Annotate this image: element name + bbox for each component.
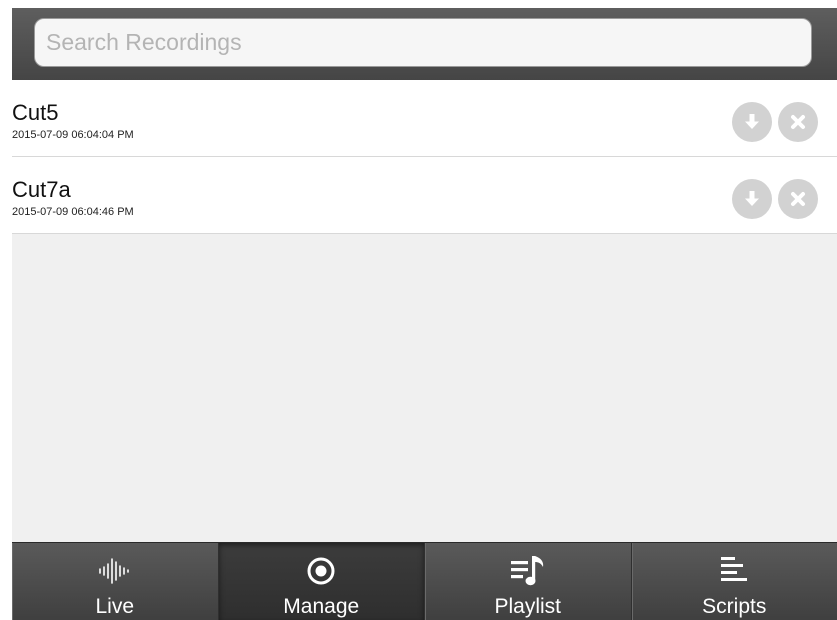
- tab-manage[interactable]: Manage: [218, 543, 425, 620]
- tab-scripts[interactable]: Scripts: [632, 543, 837, 620]
- tab-label: Playlist: [494, 595, 562, 618]
- recording-date: 2015-07-09 06:04:46 PM: [12, 206, 134, 218]
- recording-date: 2015-07-09 06:04:04 PM: [12, 129, 134, 141]
- delete-button[interactable]: [778, 102, 818, 142]
- download-button[interactable]: [732, 179, 772, 219]
- download-icon: [745, 114, 759, 129]
- app-window: Cut5 2015-07-09 06:04:04 PM Cut7a 2015-0…: [12, 8, 837, 620]
- recording-name: Cut5: [12, 100, 59, 125]
- tab-label: Scripts: [702, 595, 767, 618]
- download-button[interactable]: [732, 102, 772, 142]
- download-icon: [745, 191, 759, 206]
- playlist-icon: [508, 553, 548, 589]
- delete-icon: [791, 115, 805, 129]
- search-input[interactable]: [34, 18, 812, 67]
- tab-label: Live: [95, 595, 135, 618]
- search-bar: [12, 8, 837, 80]
- delete-button[interactable]: [778, 179, 818, 219]
- delete-icon: [791, 192, 805, 206]
- tab-bar: Live Manage Playlist Scripts: [12, 542, 837, 620]
- waveform-icon: [95, 553, 135, 589]
- tab-live[interactable]: Live: [12, 543, 219, 620]
- target-icon: [301, 553, 341, 589]
- list-item[interactable]: Cut5 2015-07-09 06:04:04 PM: [12, 80, 837, 157]
- tab-playlist[interactable]: Playlist: [425, 543, 632, 620]
- recording-name: Cut7a: [12, 177, 71, 202]
- tab-label: Manage: [283, 595, 360, 618]
- recordings-list: Cut5 2015-07-09 06:04:04 PM Cut7a 2015-0…: [12, 80, 837, 234]
- list-item[interactable]: Cut7a 2015-07-09 06:04:46 PM: [12, 157, 837, 234]
- scripts-icon: [714, 553, 754, 589]
